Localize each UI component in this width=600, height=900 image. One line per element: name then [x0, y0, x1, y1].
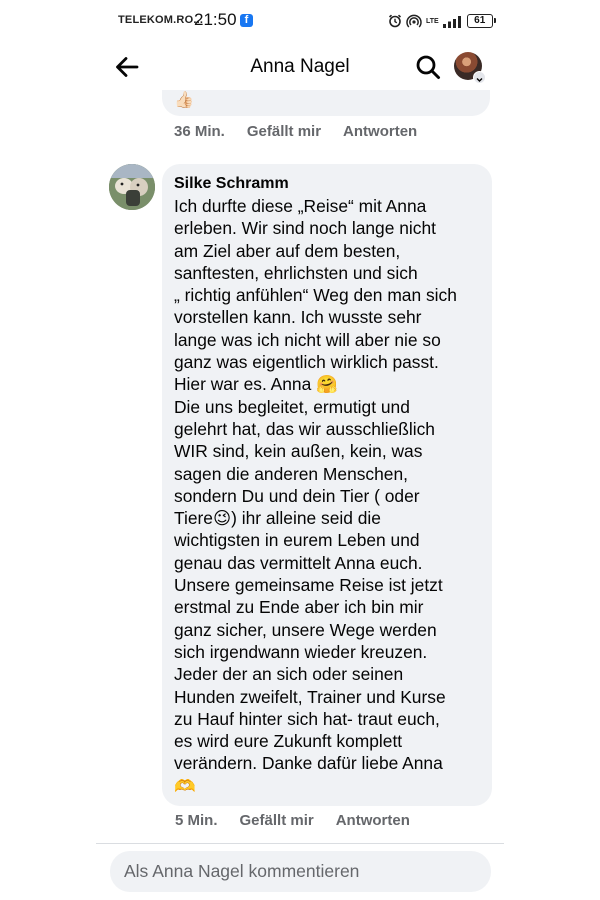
- alarm-icon: [388, 14, 402, 28]
- comment-line: Ich durfte diese „Reise“ mit Anna: [174, 196, 427, 216]
- signal-icon: [442, 15, 461, 28]
- comment-line: erstmal zu Ende aber ich bin mir: [174, 597, 424, 618]
- comment-input[interactable]: [110, 851, 491, 892]
- previous-comment-time[interactable]: 36 Min.: [174, 123, 225, 140]
- battery-indicator: 61: [466, 14, 496, 28]
- previous-comment-bubble: 👍🏻: [162, 90, 490, 116]
- comment-line: „ richtig anfühlen“ Weg den man sich: [174, 285, 457, 306]
- comment-line: 🫶: [174, 775, 196, 796]
- reply-button[interactable]: Antworten: [343, 123, 417, 140]
- comment-text: Ich durfte diese „Reise“ mit Anna erleben…: [174, 195, 480, 797]
- reply-button[interactable]: Antworten: [336, 812, 410, 829]
- comment-line: sagen die anderen Menschen,: [174, 463, 408, 484]
- like-button[interactable]: Gefällt mir: [247, 123, 321, 140]
- comment-actions: 5 Min. Gefällt mir Antworten: [175, 812, 410, 829]
- carrier-name: TELEKOM.RO...: [118, 14, 204, 26]
- divider: [96, 843, 504, 844]
- status-bar: TELEKOM.RO... 21:50 f LTE 61: [0, 0, 600, 42]
- search-icon: [416, 55, 440, 79]
- chevron-down-icon: [473, 71, 486, 84]
- avatar[interactable]: [109, 164, 155, 210]
- comment-author[interactable]: Silke Schramm: [174, 174, 480, 194]
- comment-line: verändern. Danke dafür liebe Anna: [174, 753, 443, 774]
- comment-line: Die uns begleitet, ermutigt und: [174, 396, 410, 417]
- thumbs-up-emoji: 👍🏻: [174, 92, 194, 109]
- facebook-icon: f: [240, 14, 253, 27]
- page-title: Anna Nagel: [250, 56, 350, 77]
- search-button[interactable]: [414, 53, 442, 81]
- profile-menu-button[interactable]: [454, 52, 486, 84]
- header: Anna Nagel: [0, 42, 600, 92]
- status-clock: 21:50: [194, 10, 237, 29]
- comment-line: lange was ich nicht will aber nie so: [174, 329, 441, 350]
- comment-line: sich irgendwann wieder kreuzen.: [174, 641, 428, 662]
- network-type: LTE: [426, 17, 439, 25]
- comment-line: Tiere😉) ihr alleine seid die: [174, 508, 381, 529]
- comment-line: wichtigsten in eurem Leben und: [174, 530, 420, 551]
- status-icons: LTE 61: [388, 11, 496, 31]
- comment-line: sanftesten, ehrlichsten und sich: [174, 262, 418, 283]
- previous-comment-actions: 36 Min. Gefällt mir Antworten: [174, 123, 417, 140]
- hotspot-icon: [406, 14, 422, 28]
- comment-line: erleben. Wir sind noch lange nicht: [174, 218, 436, 239]
- commenter-photo: [109, 164, 155, 210]
- comment-line: Hier war es. Anna 🤗: [174, 374, 338, 395]
- comment-line: Jeder der an sich oder seinen: [174, 664, 404, 685]
- comment-line: Hunden zweifelt, Trainer und Kurse: [174, 686, 446, 707]
- comment-line: gelehrt hat, das wir ausschließlich: [174, 418, 435, 439]
- comment-bubble: Silke Schramm Ich durfte diese „Reise“ m…: [162, 164, 492, 806]
- comment-line: WIR sind, kein außen, kein, was: [174, 441, 423, 462]
- comment-line: Unsere gemeinsame Reise ist jetzt: [174, 575, 443, 596]
- comment-line: ganz was eigentlich wirklich passt.: [174, 352, 439, 373]
- comment-line: vorstellen kann. Ich wusste sehr: [174, 307, 422, 328]
- comment-time[interactable]: 5 Min.: [175, 812, 218, 829]
- comment-line: genau das vermittelt Anna euch.: [174, 552, 423, 573]
- comment-line: es wird eure Zukunft komplett: [174, 731, 403, 752]
- comment-line: sondern Du und dein Tier ( oder: [174, 485, 420, 506]
- comment-line: am Ziel aber auf dem besten,: [174, 240, 401, 261]
- comment-line: zu Hauf hinter sich hat- traut euch,: [174, 708, 440, 729]
- comment-line: ganz sicher, unsere Wege werden: [174, 619, 437, 640]
- like-button[interactable]: Gefällt mir: [240, 812, 314, 829]
